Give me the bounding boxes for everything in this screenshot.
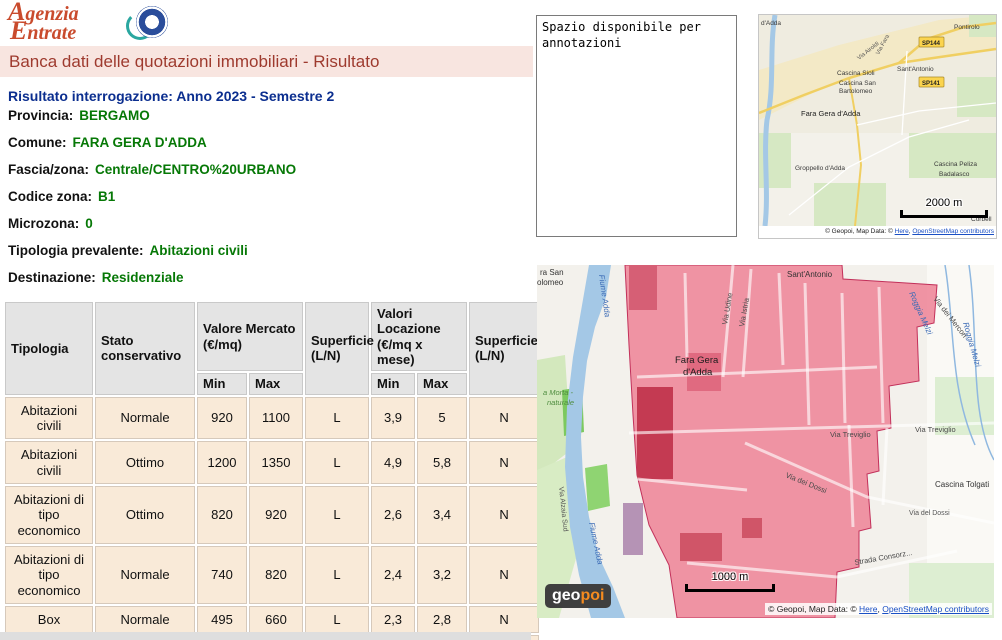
annotations-box: Spazio disponibile per annotazioni (536, 15, 737, 242)
geopoi-logo: geopoi (545, 584, 611, 608)
map-label-via-del-dossi: Via del Dossi (909, 510, 950, 517)
logo-emblem-icon (136, 6, 168, 38)
map-label-cut-1: ra San (540, 268, 564, 277)
map-label-via-treviglio-2: Via Treviglio (915, 425, 956, 434)
field-destinazione: Destinazione:Residenziale (8, 270, 296, 297)
field-provincia: Provincia:BERGAMO (8, 108, 296, 135)
subheader-vl-max: Max (417, 373, 467, 394)
map-label-cascina-tolgati: Cascina Tolgati (935, 480, 989, 489)
map-label-cascina-san: Cascina San (839, 80, 876, 87)
osm-link[interactable]: OpenStreetMap contributors (882, 604, 989, 614)
map-label-la-morta-1: a Morta - (543, 388, 574, 397)
col-header-superficie-2: Superficie (L/N) (469, 302, 539, 395)
col-header-valore-mercato: Valore Mercato (€/mq) (197, 302, 303, 371)
map-label-bartolomeo: Bartolomeo (839, 88, 873, 95)
table-row: BoxNormale 495660 L2,3 2,8N (5, 606, 539, 633)
overview-map[interactable]: SP144 SP141 d'Adda Pontirolo Via Airoldi… (758, 14, 997, 239)
table-row: Abitazioni di tipo economicoNormale 7408… (5, 546, 539, 604)
main-map-scalebar: 1000 m (685, 571, 775, 592)
subheader-vl-min: Min (371, 373, 415, 394)
map-label-fara-line2: d'Adda (683, 367, 713, 378)
subheader-vm-max: Max (249, 373, 303, 394)
main-map-attribution: © Geopoi, Map Data: © Here, OpenStreetMa… (765, 603, 992, 615)
field-microzona-value: 0 (85, 216, 93, 231)
overview-map-canvas: SP144 SP141 d'Adda Pontirolo Via Airoldi… (759, 15, 996, 226)
annotations-textarea[interactable]: Spazio disponibile per annotazioni (536, 15, 737, 237)
field-fascia-zona: Fascia/zona:Centrale/CENTRO%20URBANO (8, 162, 296, 189)
page: Agenzia Entrate Banca dati delle quotazi… (0, 0, 1002, 640)
table-row: Abitazioni civiliOttimo 12001350 L4,9 5,… (5, 441, 539, 484)
road-badge-sp141: SP141 (919, 77, 944, 87)
here-link[interactable]: Here (895, 228, 909, 235)
field-microzona: Microzona:0 (8, 216, 296, 243)
field-tipologia-prevalente-value: Abitazioni civili (150, 243, 248, 258)
map-label-cut-2: olomeo (537, 278, 564, 287)
horizontal-scrollbar[interactable] (0, 632, 531, 640)
page-title: Banca dati delle quotazioni immobiliari … (9, 52, 379, 71)
field-tipologia-prevalente: Tipologia prevalente:Abitazioni civili (8, 243, 296, 270)
col-header-stato-conservativo: Stato conservativo (95, 302, 195, 395)
map-label-dadda: d'Adda (761, 20, 781, 27)
osm-link[interactable]: OpenStreetMap contributors (912, 228, 994, 235)
subheader-vm-min: Min (197, 373, 247, 394)
map-label-cascina-peliza: Cascina Peliza (934, 161, 977, 168)
zone-map[interactable]: Sant'Antonio Via Udine Via Istria Fara G… (537, 265, 994, 618)
map-label-sant-antonio: Sant'Antonio (787, 270, 833, 279)
field-provincia-value: BERGAMO (79, 108, 150, 123)
col-header-superficie-1: Superficie (L/N) (305, 302, 369, 395)
map-label-groppello: Groppello d'Adda (795, 165, 845, 172)
map-label-pontirolo: Pontirolo (954, 24, 980, 31)
table-row: Abitazioni civiliNormale 9201100 L3,9 5N (5, 397, 539, 440)
field-destinazione-value: Residenziale (102, 270, 184, 285)
field-comune-value: FARA GERA D'ADDA (73, 135, 207, 150)
table-row: Abitazioni di tipo economicoOttimo 82092… (5, 486, 539, 544)
map-label-sant-antonio: Sant'Antonio (897, 66, 934, 73)
query-result-heading: Risultato interrogazione: Anno 2023 - Se… (8, 88, 334, 104)
map-label-la-morta-2: naturale (547, 398, 574, 407)
map-label-fara-line1: Fara Gera (675, 355, 719, 366)
map-label-cascina-sioli: Cascina Sioli (837, 70, 875, 77)
map-label-badalasco: Badalasco (939, 171, 970, 178)
field-codice-zona: Codice zona:B1 (8, 189, 296, 216)
quotations-table: Tipologia Stato conservativo Valore Merc… (3, 300, 541, 640)
road-badge-sp144: SP144 (919, 37, 944, 47)
col-header-valori-locazione: Valori Locazione (€/mq x mese) (371, 302, 467, 371)
page-title-banner: Banca dati delle quotazioni immobiliari … (0, 46, 533, 77)
field-codice-zona-value: B1 (98, 189, 115, 204)
mini-map-scalebar: 2000 m (900, 197, 988, 218)
zone-map-canvas: Sant'Antonio Via Udine Via Istria Fara G… (537, 265, 994, 618)
quotations-table-wrap: Tipologia Stato conservativo Valore Merc… (3, 300, 533, 640)
map-label-via-treviglio-1: Via Treviglio (830, 430, 871, 439)
agenzia-entrate-logo: Agenzia Entrate (8, 2, 188, 44)
field-comune: Comune:FARA GERA D'ADDA (8, 135, 296, 162)
map-label-fara-gera-dadda: Fara Gera d'Adda (801, 109, 861, 118)
field-fascia-zona-value: Centrale/CENTRO%20URBANO (95, 162, 296, 177)
svg-text:SP144: SP144 (922, 41, 941, 47)
here-link[interactable]: Here (859, 604, 877, 614)
col-header-tipologia: Tipologia (5, 302, 93, 395)
mini-map-attribution: © Geopoi, Map Data: © Here, OpenStreetMa… (759, 226, 996, 238)
svg-text:SP141: SP141 (922, 81, 941, 87)
result-fields: Provincia:BERGAMO Comune:FARA GERA D'ADD… (8, 108, 296, 297)
